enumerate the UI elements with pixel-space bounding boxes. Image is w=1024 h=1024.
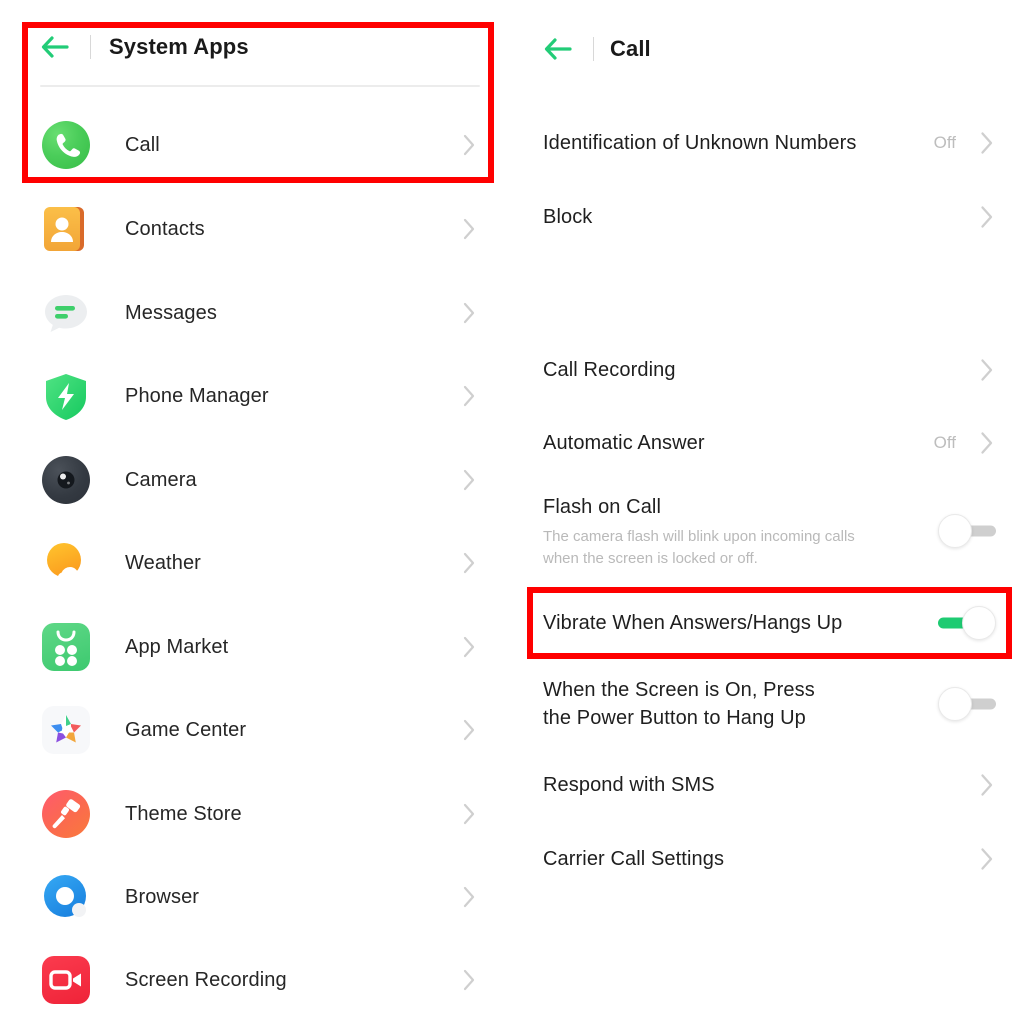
setting-row-automatic-answer[interactable]: Automatic Answer Off — [512, 416, 1024, 470]
chevron-right-icon — [463, 636, 476, 658]
chevron-right-icon — [980, 431, 994, 455]
toggle-flash-on-call[interactable] — [938, 514, 996, 548]
setting-label: Call Recording — [543, 359, 676, 381]
app-row-app-market[interactable]: App Market — [0, 605, 512, 689]
chevron-right-icon — [463, 803, 476, 825]
app-row-weather[interactable]: Weather — [0, 521, 512, 605]
call-header: Call — [512, 36, 1024, 62]
app-row-game-center[interactable]: Game Center — [0, 688, 512, 772]
setting-row-block[interactable]: Block — [512, 190, 1024, 244]
back-arrow-icon[interactable] — [543, 36, 573, 62]
chevron-right-icon — [463, 218, 476, 240]
setting-subtitle: The camera flash will blink upon incomin… — [543, 527, 855, 567]
app-label: Phone Manager — [125, 384, 269, 407]
chevron-right-icon — [463, 385, 476, 407]
setting-label: Respond with SMS — [543, 774, 715, 796]
app-row-theme-store[interactable]: Theme Store — [0, 772, 512, 856]
paint-roller-icon — [42, 790, 90, 838]
app-label: Game Center — [125, 718, 247, 741]
chevron-right-icon — [463, 302, 476, 324]
contacts-icon — [42, 205, 90, 253]
browser-circle-icon — [42, 873, 90, 921]
setting-row-power-button-hang-up[interactable]: When the Screen is On, Press the Power B… — [512, 668, 1024, 740]
app-row-messages[interactable]: Messages — [0, 271, 512, 355]
app-row-camera[interactable]: Camera — [0, 438, 512, 522]
app-row-screen-recording[interactable]: Screen Recording — [0, 938, 512, 1022]
video-camera-icon — [42, 956, 90, 1004]
app-label: Messages — [125, 301, 217, 324]
setting-row-carrier-call-settings[interactable]: Carrier Call Settings — [512, 832, 1024, 886]
chevron-right-icon — [463, 552, 476, 574]
app-row-contacts[interactable]: Contacts — [0, 187, 512, 271]
toggle-knob — [938, 687, 972, 721]
system-apps-call-highlight — [22, 22, 494, 183]
app-label: Theme Store — [125, 802, 242, 825]
setting-label: Carrier Call Settings — [543, 848, 725, 870]
chevron-right-icon — [980, 358, 994, 382]
chevron-right-icon — [463, 969, 476, 991]
app-label: Weather — [125, 551, 201, 574]
app-label: Camera — [125, 468, 197, 491]
app-row-phone-manager[interactable]: Phone Manager — [0, 354, 512, 438]
toggle-knob — [938, 514, 972, 548]
chevron-right-icon — [980, 847, 994, 871]
app-market-icon — [42, 623, 90, 671]
setting-row-flash-on-call[interactable]: Flash on Call The camera flash will blin… — [512, 490, 1024, 572]
setting-label: When the Screen is On, Press the Power B… — [543, 679, 815, 729]
app-label: App Market — [125, 635, 229, 658]
setting-label: Flash on Call — [543, 495, 662, 518]
setting-row-call-recording[interactable]: Call Recording — [512, 343, 1024, 397]
screenshot-root: System Apps Call Contacts Messages Phone… — [0, 0, 1024, 1024]
game-star-icon — [42, 706, 90, 754]
sun-cloud-icon — [42, 539, 90, 587]
message-bubble-icon — [42, 289, 90, 337]
chevron-right-icon — [463, 469, 476, 491]
setting-value: Off — [933, 433, 956, 452]
page-title: Call — [610, 36, 651, 61]
shield-bolt-icon — [42, 372, 90, 420]
setting-row-identification-unknown-numbers[interactable]: Identification of Unknown Numbers Off — [512, 116, 1024, 170]
call-settings-panel: Call Identification of Unknown Numbers O… — [512, 0, 1024, 1024]
setting-label: Identification of Unknown Numbers — [543, 132, 857, 154]
setting-label: Block — [543, 206, 593, 228]
setting-value: Off — [933, 133, 956, 152]
app-label: Contacts — [125, 217, 205, 240]
chevron-right-icon — [463, 719, 476, 741]
app-label: Screen Recording — [125, 968, 287, 991]
setting-row-respond-with-sms[interactable]: Respond with SMS — [512, 758, 1024, 812]
header-separator — [593, 37, 594, 61]
chevron-right-icon — [980, 205, 994, 229]
camera-lens-icon — [42, 456, 90, 504]
toggle-power-button-hang-up[interactable] — [938, 687, 996, 721]
setting-label: Automatic Answer — [543, 432, 705, 454]
chevron-right-icon — [980, 773, 994, 797]
chevron-right-icon — [980, 131, 994, 155]
chevron-right-icon — [463, 886, 476, 908]
app-label: Browser — [125, 885, 200, 908]
app-row-browser[interactable]: Browser — [0, 855, 512, 939]
vibrate-toggle-highlight — [527, 587, 1012, 659]
